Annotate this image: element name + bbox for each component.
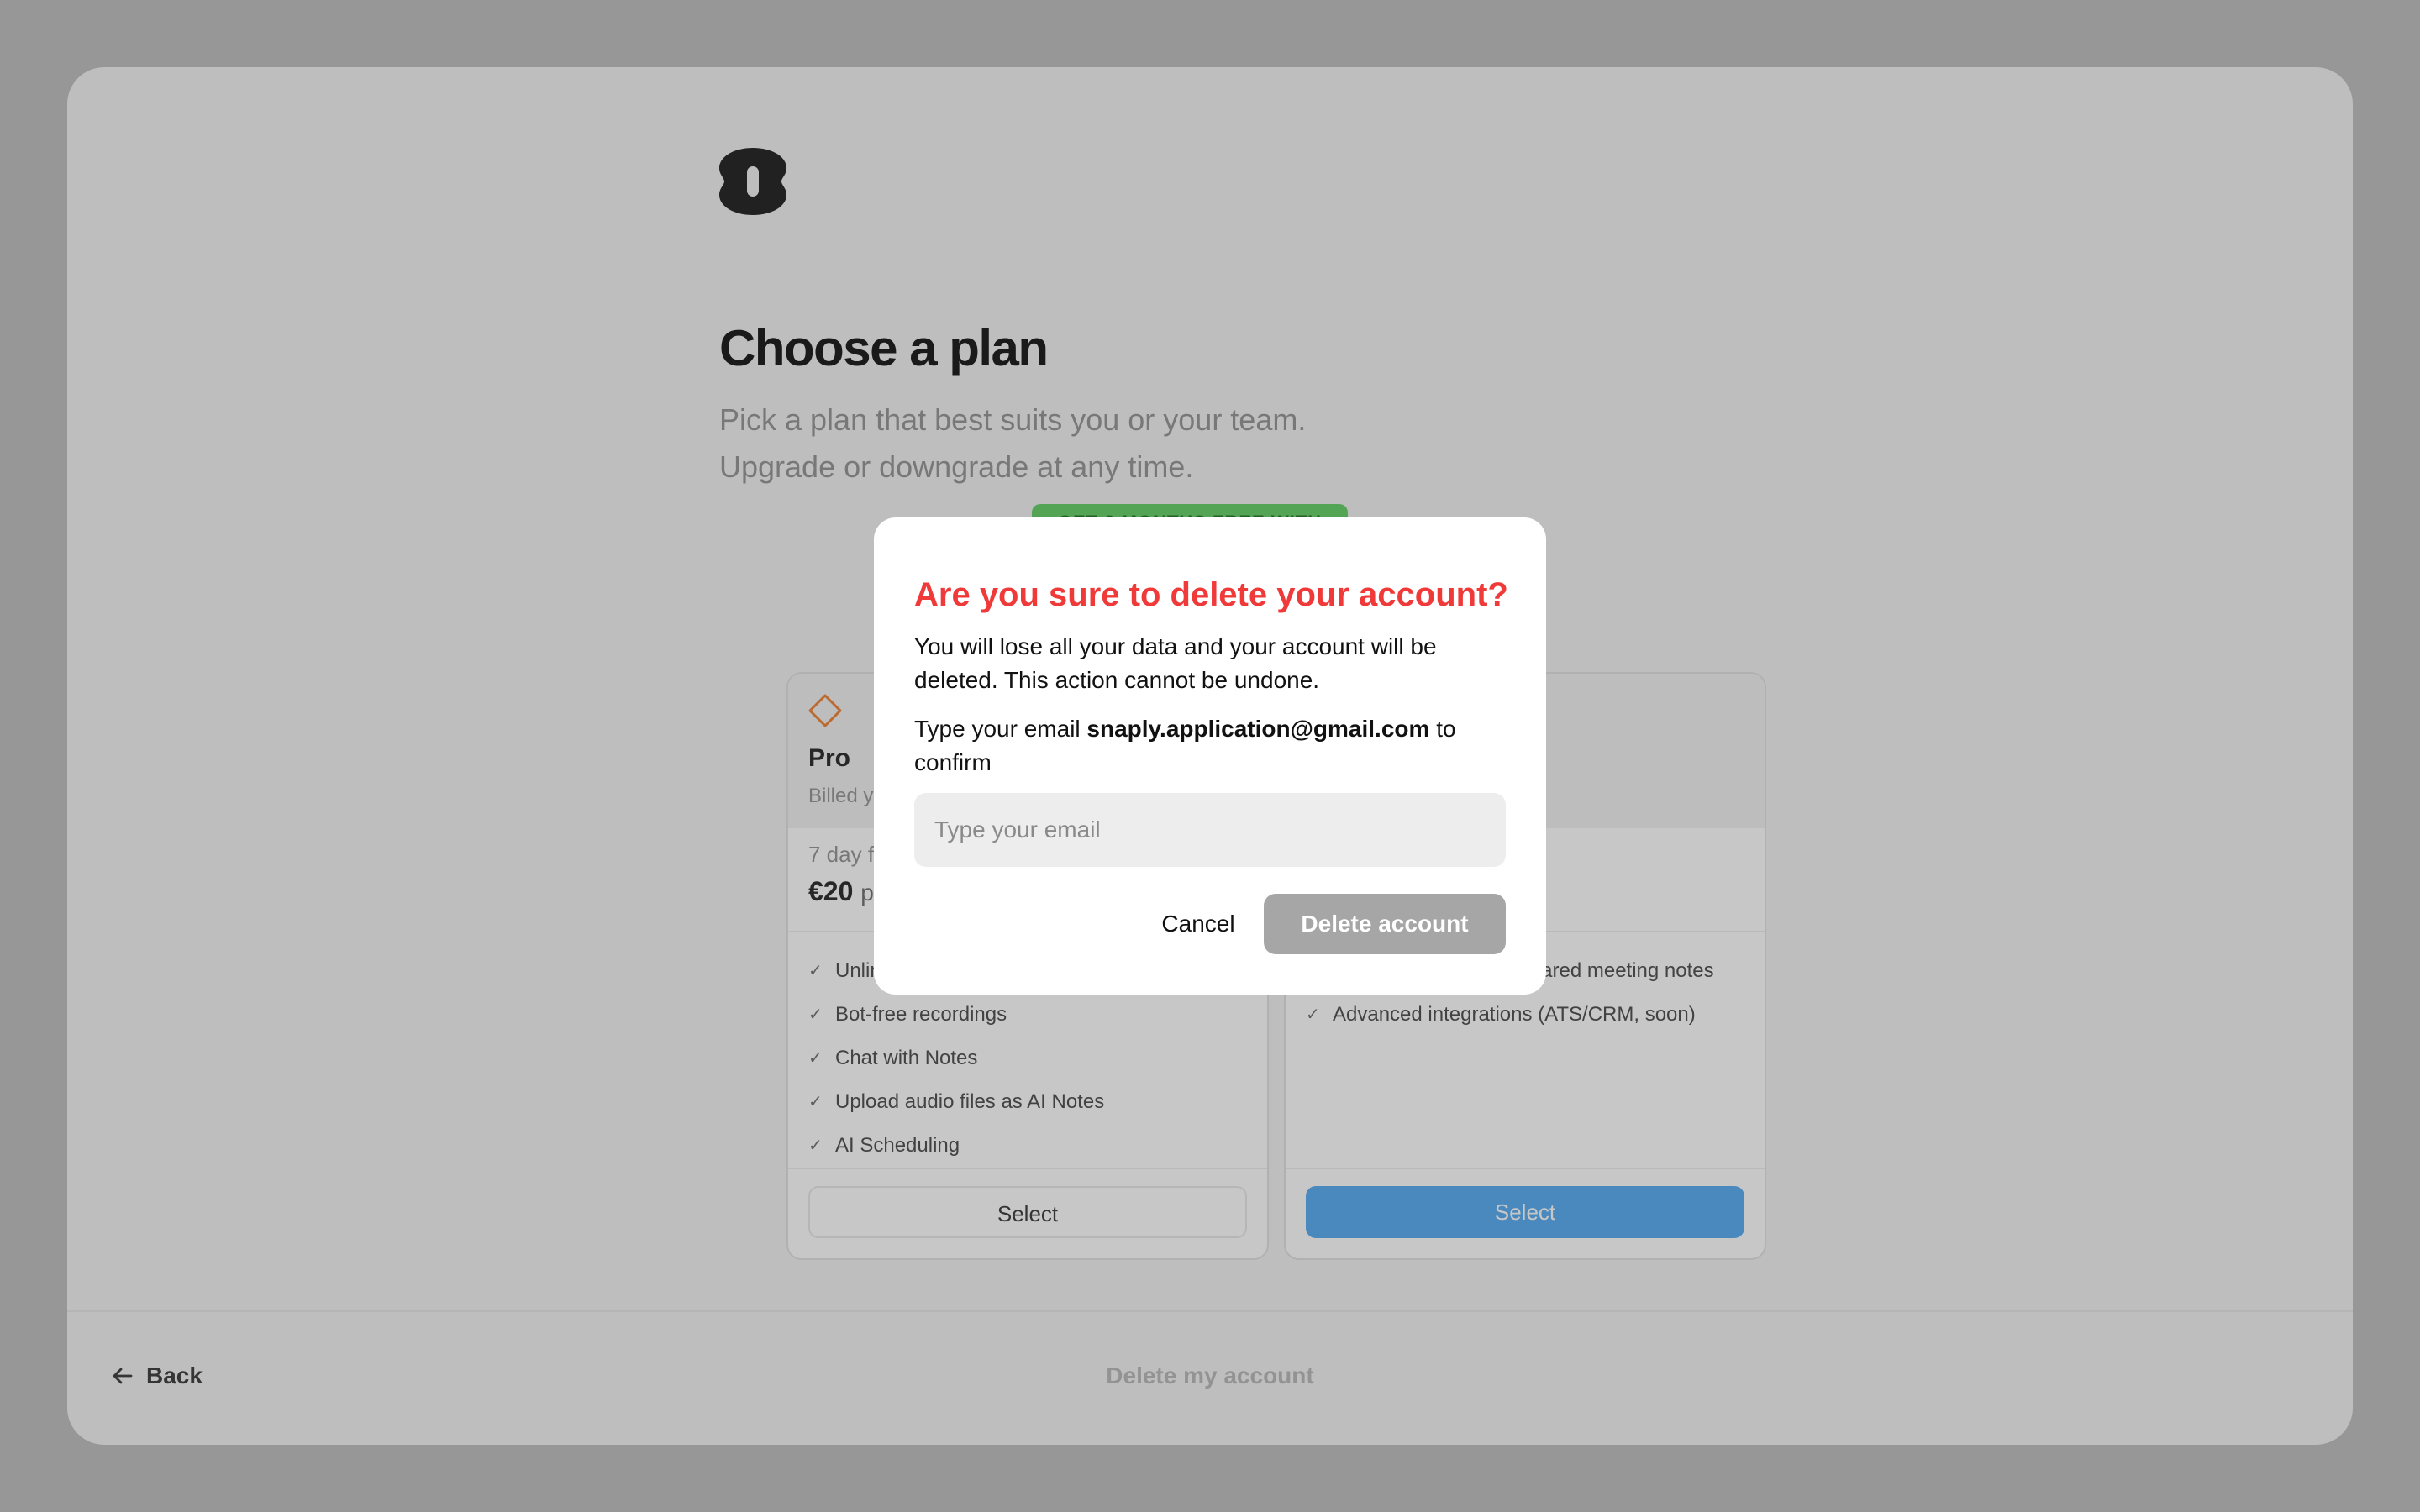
confirm-email-value: snaply.application@gmail.com [1086,716,1430,742]
cancel-button[interactable]: Cancel [1148,894,1249,954]
dialog-confirm-instructions: Type your email snaply.application@gmail… [914,716,1456,775]
dialog-title: Are you sure to delete your account? [914,576,1508,613]
delete-account-dialog: Are you sure to delete your account? You… [874,517,1546,995]
dialog-warning-text: You will lose all your data and your acc… [914,633,1437,693]
delete-account-button[interactable]: Delete account [1264,894,1506,954]
email-confirm-input[interactable] [914,793,1506,867]
